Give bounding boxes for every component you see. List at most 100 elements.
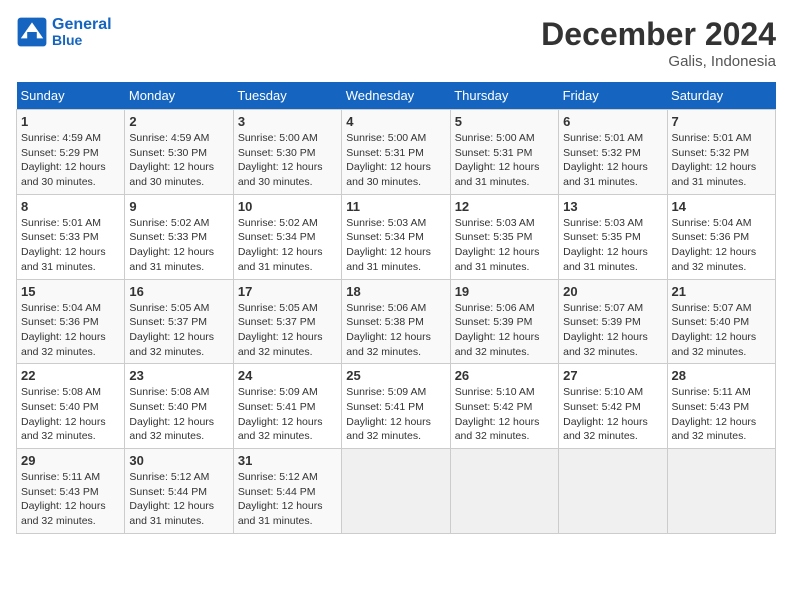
- calendar-cell: 6 Sunrise: 5:01 AMSunset: 5:32 PMDaylight…: [559, 110, 667, 195]
- day-number: 22: [21, 368, 120, 383]
- calendar-cell: [667, 449, 775, 534]
- day-info: Sunrise: 5:09 AMSunset: 5:41 PMDaylight:…: [346, 385, 445, 444]
- logo-icon: [16, 16, 48, 48]
- day-info: Sunrise: 5:11 AMSunset: 5:43 PMDaylight:…: [21, 470, 120, 529]
- day-info: Sunrise: 5:03 AMSunset: 5:35 PMDaylight:…: [455, 216, 554, 275]
- day-info: Sunrise: 5:01 AMSunset: 5:32 PMDaylight:…: [563, 131, 662, 190]
- day-info: Sunrise: 5:01 AMSunset: 5:33 PMDaylight:…: [21, 216, 120, 275]
- day-info: Sunrise: 5:08 AMSunset: 5:40 PMDaylight:…: [21, 385, 120, 444]
- calendar-cell: 20Sunrise: 5:07 AMSunset: 5:39 PMDayligh…: [559, 279, 667, 364]
- day-number: 23: [129, 368, 228, 383]
- day-info: Sunrise: 5:03 AMSunset: 5:34 PMDaylight:…: [346, 216, 445, 275]
- day-header-thursday: Thursday: [450, 82, 558, 110]
- day-info: Sunrise: 5:05 AMSunset: 5:37 PMDaylight:…: [129, 301, 228, 360]
- calendar-week-2: 8 Sunrise: 5:01 AMSunset: 5:33 PMDaylight…: [17, 194, 776, 279]
- day-info: Sunrise: 5:00 AMSunset: 5:31 PMDaylight:…: [455, 131, 554, 190]
- day-number: 18: [346, 284, 445, 299]
- calendar-cell: 29Sunrise: 5:11 AMSunset: 5:43 PMDayligh…: [17, 449, 125, 534]
- day-number: 24: [238, 368, 337, 383]
- calendar-cell: 17 Sunrise: 5:05 AMSunset: 5:37 PMDayligh…: [233, 279, 341, 364]
- day-header-wednesday: Wednesday: [342, 82, 450, 110]
- day-number: 15: [21, 284, 120, 299]
- day-info: Sunrise: 5:04 AMSunset: 5:36 PMDaylight:…: [21, 301, 120, 360]
- day-number: 11: [346, 199, 445, 214]
- calendar-cell: 27Sunrise: 5:10 AMSunset: 5:42 PMDayligh…: [559, 364, 667, 449]
- day-number: 13: [563, 199, 662, 214]
- day-number: 25: [346, 368, 445, 383]
- calendar-cell: [559, 449, 667, 534]
- calendar-cell: 30 Sunrise: 5:12 AMSunset: 5:44 PMDayligh…: [125, 449, 233, 534]
- day-info: Sunrise: 5:05 AMSunset: 5:37 PMDaylight:…: [238, 301, 337, 360]
- day-number: 16: [129, 284, 228, 299]
- day-info: Sunrise: 5:04 AMSunset: 5:36 PMDaylight:…: [672, 216, 771, 275]
- day-number: 27: [563, 368, 662, 383]
- day-info: Sunrise: 5:12 AMSunset: 5:44 PMDaylight:…: [129, 470, 228, 529]
- calendar-cell: 9Sunrise: 5:02 AMSunset: 5:33 PMDaylight…: [125, 194, 233, 279]
- calendar-cell: 11 Sunrise: 5:03 AMSunset: 5:34 PMDayligh…: [342, 194, 450, 279]
- calendar-cell: 16 Sunrise: 5:05 AMSunset: 5:37 PMDayligh…: [125, 279, 233, 364]
- calendar-cell: 26 Sunrise: 5:10 AMSunset: 5:42 PMDayligh…: [450, 364, 558, 449]
- day-number: 5: [455, 114, 554, 129]
- day-number: 26: [455, 368, 554, 383]
- day-number: 28: [672, 368, 771, 383]
- day-number: 20: [563, 284, 662, 299]
- location: Galis, Indonesia: [541, 53, 776, 70]
- day-info: Sunrise: 5:10 AMSunset: 5:42 PMDaylight:…: [455, 385, 554, 444]
- calendar-body: 1 Sunrise: 4:59 AMSunset: 5:29 PMDaylight…: [17, 110, 776, 534]
- day-header-friday: Friday: [559, 82, 667, 110]
- day-info: Sunrise: 5:09 AMSunset: 5:41 PMDaylight:…: [238, 385, 337, 444]
- calendar-cell: 13 Sunrise: 5:03 AMSunset: 5:35 PMDayligh…: [559, 194, 667, 279]
- day-info: Sunrise: 5:00 AMSunset: 5:30 PMDaylight:…: [238, 131, 337, 190]
- day-number: 7: [672, 114, 771, 129]
- day-info: Sunrise: 5:01 AMSunset: 5:32 PMDaylight:…: [672, 131, 771, 190]
- day-info: Sunrise: 5:08 AMSunset: 5:40 PMDaylight:…: [129, 385, 228, 444]
- day-number: 14: [672, 199, 771, 214]
- calendar-cell: 23 Sunrise: 5:08 AMSunset: 5:40 PMDayligh…: [125, 364, 233, 449]
- calendar-cell: 8 Sunrise: 5:01 AMSunset: 5:33 PMDaylight…: [17, 194, 125, 279]
- calendar-cell: 10Sunrise: 5:02 AMSunset: 5:34 PMDayligh…: [233, 194, 341, 279]
- day-info: Sunrise: 5:00 AMSunset: 5:31 PMDaylight:…: [346, 131, 445, 190]
- day-number: 8: [21, 199, 120, 214]
- calendar-cell: 2Sunrise: 4:59 AMSunset: 5:30 PMDaylight…: [125, 110, 233, 195]
- day-number: 4: [346, 114, 445, 129]
- day-number: 17: [238, 284, 337, 299]
- day-header-saturday: Saturday: [667, 82, 775, 110]
- calendar-cell: [450, 449, 558, 534]
- calendar-table: SundayMondayTuesdayWednesdayThursdayFrid…: [16, 82, 776, 534]
- day-header-sunday: Sunday: [17, 82, 125, 110]
- calendar-cell: 22 Sunrise: 5:08 AMSunset: 5:40 PMDayligh…: [17, 364, 125, 449]
- calendar-cell: 3 Sunrise: 5:00 AMSunset: 5:30 PMDaylight…: [233, 110, 341, 195]
- calendar-cell: 5 Sunrise: 5:00 AMSunset: 5:31 PMDaylight…: [450, 110, 558, 195]
- day-header-tuesday: Tuesday: [233, 82, 341, 110]
- day-info: Sunrise: 5:06 AMSunset: 5:38 PMDaylight:…: [346, 301, 445, 360]
- day-header-monday: Monday: [125, 82, 233, 110]
- day-number: 6: [563, 114, 662, 129]
- calendar-cell: 4 Sunrise: 5:00 AMSunset: 5:31 PMDaylight…: [342, 110, 450, 195]
- day-number: 19: [455, 284, 554, 299]
- month-title: December 2024: [541, 16, 776, 53]
- calendar-week-3: 15 Sunrise: 5:04 AMSunset: 5:36 PMDayligh…: [17, 279, 776, 364]
- logo: General Blue: [16, 16, 112, 48]
- page-header: General Blue December 2024 Galis, Indone…: [16, 16, 776, 70]
- day-info: Sunrise: 5:02 AMSunset: 5:34 PMDaylight:…: [238, 216, 337, 275]
- day-number: 30: [129, 453, 228, 468]
- calendar-cell: 12Sunrise: 5:03 AMSunset: 5:35 PMDayligh…: [450, 194, 558, 279]
- calendar-cell: 19Sunrise: 5:06 AMSunset: 5:39 PMDayligh…: [450, 279, 558, 364]
- day-number: 21: [672, 284, 771, 299]
- day-info: Sunrise: 5:03 AMSunset: 5:35 PMDaylight:…: [563, 216, 662, 275]
- calendar-cell: 21Sunrise: 5:07 AMSunset: 5:40 PMDayligh…: [667, 279, 775, 364]
- day-number: 3: [238, 114, 337, 129]
- logo-text: General Blue: [52, 16, 112, 48]
- calendar-cell: 1 Sunrise: 4:59 AMSunset: 5:29 PMDaylight…: [17, 110, 125, 195]
- day-info: Sunrise: 4:59 AMSunset: 5:29 PMDaylight:…: [21, 131, 120, 190]
- calendar-cell: 18 Sunrise: 5:06 AMSunset: 5:38 PMDayligh…: [342, 279, 450, 364]
- calendar-week-4: 22 Sunrise: 5:08 AMSunset: 5:40 PMDayligh…: [17, 364, 776, 449]
- day-number: 1: [21, 114, 120, 129]
- calendar-header-row: SundayMondayTuesdayWednesdayThursdayFrid…: [17, 82, 776, 110]
- day-info: Sunrise: 5:11 AMSunset: 5:43 PMDaylight:…: [672, 385, 771, 444]
- calendar-cell: 7 Sunrise: 5:01 AMSunset: 5:32 PMDaylight…: [667, 110, 775, 195]
- day-info: Sunrise: 4:59 AMSunset: 5:30 PMDaylight:…: [129, 131, 228, 190]
- day-number: 31: [238, 453, 337, 468]
- calendar-week-1: 1 Sunrise: 4:59 AMSunset: 5:29 PMDaylight…: [17, 110, 776, 195]
- calendar-cell: [342, 449, 450, 534]
